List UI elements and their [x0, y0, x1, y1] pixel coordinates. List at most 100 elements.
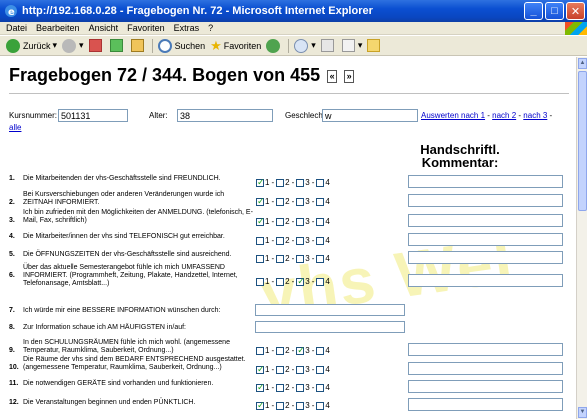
rating-checkbox-4[interactable] [316, 383, 325, 392]
comment-field[interactable] [408, 251, 563, 264]
favorites-button[interactable]: ★ Favoriten [210, 38, 261, 54]
rating-checkbox-3[interactable] [296, 254, 305, 263]
folder-button[interactable] [367, 39, 383, 52]
rating-checkbox-3[interactable] [296, 365, 305, 374]
rating-checkbox-2[interactable] [276, 401, 285, 410]
comment-field[interactable] [408, 362, 563, 375]
rating-separator: - [311, 365, 315, 374]
stop-button[interactable] [88, 39, 105, 52]
rating-checkbox-3[interactable] [296, 178, 305, 187]
comment-field[interactable] [408, 233, 563, 246]
menu-help[interactable]: ? [208, 23, 213, 33]
history-button[interactable] [266, 38, 283, 53]
rating-checkbox-2[interactable] [276, 346, 285, 355]
refresh-button[interactable] [109, 39, 126, 52]
comment-field[interactable] [408, 214, 563, 227]
rating-checkbox-3[interactable] [296, 236, 305, 245]
rating-label: 2 [285, 346, 290, 355]
rating-checkbox-2[interactable] [276, 254, 285, 263]
rating-checkbox-3[interactable] [296, 276, 305, 287]
rating-checkbox-1[interactable] [256, 196, 265, 207]
minimize-button[interactable]: _ [524, 2, 543, 20]
forward-button[interactable]: ▾ [62, 38, 84, 53]
rating-checkbox-4[interactable] [316, 346, 325, 355]
maximize-button[interactable]: □ [545, 2, 564, 20]
rating-checkbox-3[interactable] [296, 197, 305, 206]
rating-checkbox-2[interactable] [276, 236, 285, 245]
rating-checkbox-1[interactable] [256, 346, 264, 355]
rating-checkbox-1[interactable] [256, 216, 265, 227]
scroll-thumb[interactable] [578, 71, 587, 211]
menu-datei[interactable]: Datei [6, 23, 27, 33]
question-text: Ich bin zufrieden mit den Möglichkeiten … [23, 209, 253, 224]
rating-checkbox-3[interactable] [296, 401, 305, 410]
rating-checkbox-1[interactable] [256, 382, 265, 393]
home-button[interactable] [130, 39, 147, 52]
scroll-up-icon[interactable]: ▲ [578, 58, 587, 69]
rating-checkbox-4[interactable] [316, 401, 325, 410]
rating-label: 4 [325, 178, 330, 187]
rating-checkbox-2[interactable] [276, 178, 285, 187]
answer-text-field[interactable] [255, 304, 405, 316]
rating-checkbox-3[interactable] [296, 345, 305, 356]
menu-ansicht[interactable]: Ansicht [89, 23, 119, 33]
rating-checkbox-2[interactable] [276, 277, 285, 286]
rating-label: 1 [265, 277, 270, 286]
nach-2-link[interactable]: nach 2 [492, 111, 516, 120]
rating-label: 1 [265, 401, 270, 410]
comment-field[interactable] [408, 380, 563, 393]
rating-checkbox-3[interactable] [296, 217, 305, 226]
rating-checkbox-1[interactable] [256, 177, 265, 188]
question-number: 8. [9, 324, 15, 331]
rating-checkbox-1[interactable] [256, 236, 264, 245]
rating-checkbox-1[interactable] [256, 400, 265, 411]
rating-checkbox-4[interactable] [316, 197, 325, 206]
rating-checkbox-4[interactable] [316, 236, 325, 245]
comment-field[interactable] [408, 398, 563, 411]
mail-button[interactable]: ▾ [294, 38, 316, 53]
rating-checkbox-1[interactable] [256, 277, 264, 286]
rating-label: 1 [265, 346, 270, 355]
comment-column-heading: Handschriftl. Kommentar: [410, 143, 510, 169]
rating-checkbox-4[interactable] [316, 365, 325, 374]
scroll-down-icon[interactable]: ▼ [578, 407, 587, 418]
rating-checkbox-2[interactable] [276, 197, 285, 206]
rating-label: 4 [325, 365, 330, 374]
answer-text-field[interactable] [255, 321, 405, 333]
rating-checkbox-4[interactable] [316, 254, 325, 263]
print-button[interactable] [320, 39, 337, 52]
comment-field[interactable] [408, 175, 563, 188]
previous-button[interactable]: « [327, 69, 338, 83]
close-button[interactable]: ✕ [566, 2, 585, 20]
auswerten-nach-1-link[interactable]: Auswerten nach 1 [421, 111, 485, 120]
rating-checkbox-2[interactable] [276, 383, 285, 392]
rating-checkbox-3[interactable] [296, 383, 305, 392]
comment-field[interactable] [408, 274, 563, 287]
rating-checkbox-1[interactable] [256, 364, 265, 375]
rating-options: 1-2-3-4 [256, 345, 332, 356]
edit-button[interactable]: ▾ [341, 39, 362, 52]
back-button[interactable]: Zurück ▾ [6, 38, 57, 53]
rating-checkbox-2[interactable] [276, 217, 285, 226]
menu-favoriten[interactable]: Favoriten [127, 23, 165, 33]
rating-checkbox-4[interactable] [316, 277, 325, 286]
rating-checkbox-4[interactable] [316, 178, 325, 187]
menu-bearbeiten[interactable]: Bearbeiten [36, 23, 80, 33]
alter-input[interactable] [177, 109, 273, 122]
rating-options: 1-2-3-4 [256, 216, 332, 227]
kursnummer-input[interactable] [58, 109, 128, 122]
question-number: 2. [9, 199, 15, 206]
rating-checkbox-1[interactable] [256, 254, 264, 263]
rating-checkbox-2[interactable] [276, 365, 285, 374]
vertical-scrollbar[interactable]: ▲ ▼ [576, 57, 587, 419]
comment-field[interactable] [408, 194, 563, 207]
menu-extras[interactable]: Extras [174, 23, 200, 33]
next-button[interactable]: » [344, 69, 355, 83]
rating-label: 2 [285, 254, 290, 263]
alle-link[interactable]: alle [9, 123, 21, 132]
search-button[interactable]: Suchen [157, 38, 205, 53]
comment-field[interactable] [408, 343, 563, 356]
rating-checkbox-4[interactable] [316, 217, 325, 226]
nach-3-link[interactable]: nach 3 [523, 111, 547, 120]
geschlecht-input[interactable] [322, 109, 418, 122]
